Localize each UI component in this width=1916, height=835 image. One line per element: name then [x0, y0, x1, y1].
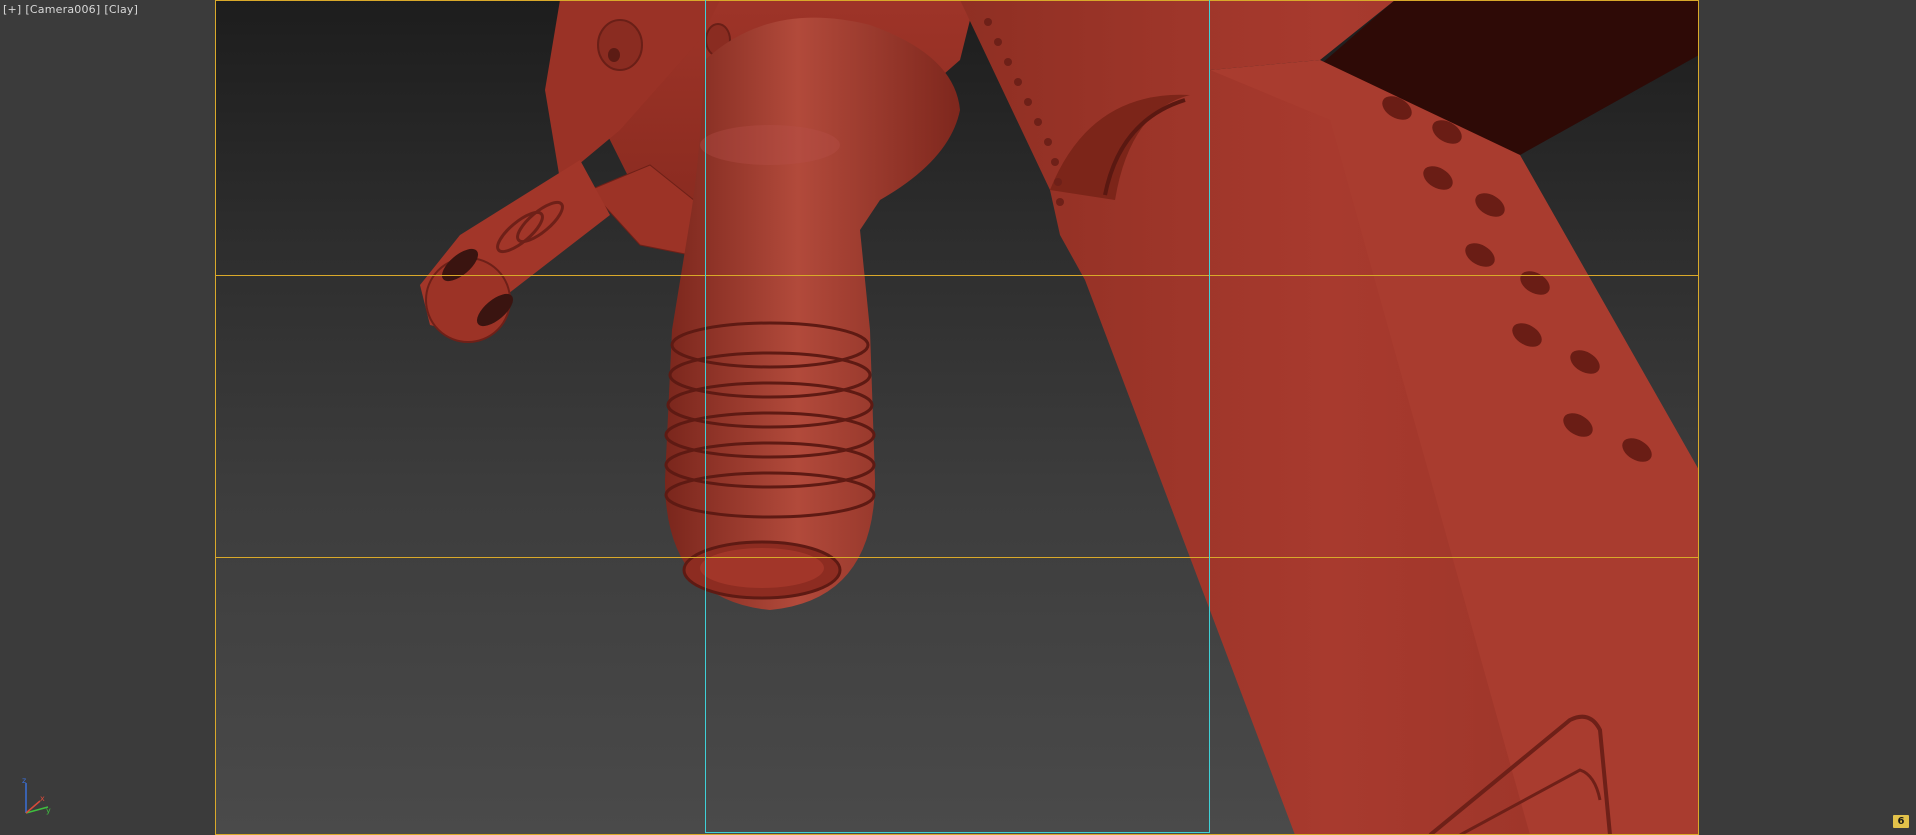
- render-scene[interactable]: [0, 0, 1916, 835]
- axis-y-label: y: [46, 806, 51, 815]
- axis-z-label: z: [22, 776, 26, 785]
- viewport-menu-button[interactable]: [+]: [3, 3, 21, 16]
- viewport-label: [+] [Camera006] [Clay]: [3, 3, 138, 16]
- view-number-badge[interactable]: 6: [1893, 815, 1909, 828]
- shading-mode-button[interactable]: [Clay]: [104, 3, 138, 16]
- magazine-model: [960, 0, 1699, 835]
- camera-select-button[interactable]: [Camera006]: [25, 3, 100, 16]
- foregrip-model: [664, 17, 960, 611]
- muzzle-model: [420, 160, 610, 343]
- axis-x-label: x: [40, 794, 45, 803]
- axis-gizmo-icon: z x y: [22, 776, 51, 815]
